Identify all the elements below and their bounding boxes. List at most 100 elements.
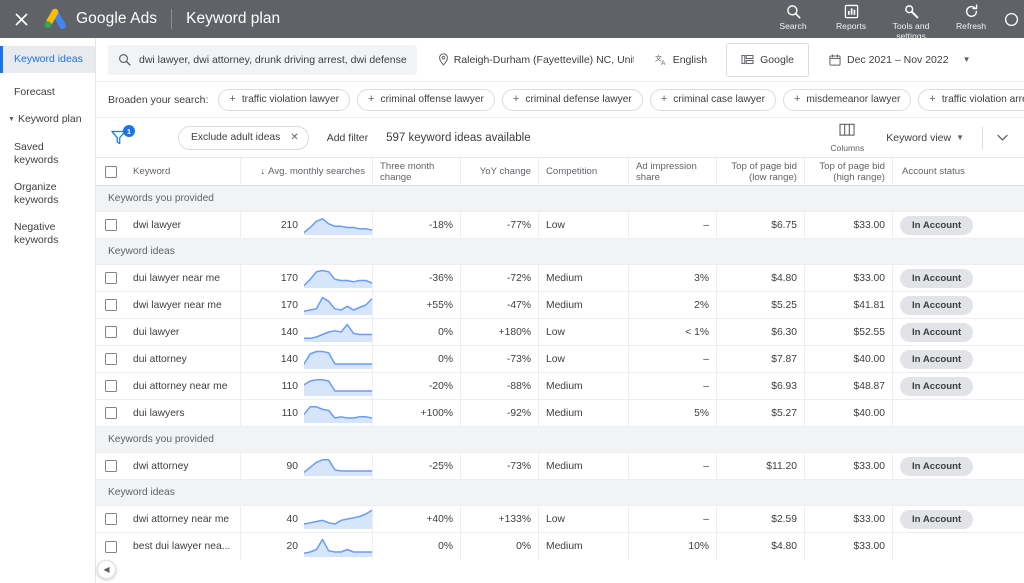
table-body: Keywords you provideddwi lawyer210-18%-7… <box>96 186 1024 560</box>
columns-button[interactable]: Columns <box>824 123 870 153</box>
cell-top-of-page-bid-high: $33.00 <box>804 506 892 532</box>
broaden-chip[interactable]: +criminal case lawyer <box>650 89 776 111</box>
chevron-down-icon: ▼ <box>963 55 971 64</box>
cell-avg-monthly-searches: 90 <box>240 453 372 479</box>
table-row[interactable]: dwi attorney near me40+40%+133%Low–$2.59… <box>96 506 1024 533</box>
broaden-chip-label: criminal case lawyer <box>673 94 765 105</box>
table-group-header: Keyword ideas <box>96 480 1024 506</box>
cell-three-month-change: 0% <box>372 346 460 372</box>
applied-filter-chip[interactable]: Exclude adult ideas ✕ <box>178 126 309 150</box>
close-icon[interactable]: ✕ <box>290 132 298 143</box>
row-checkbox[interactable] <box>96 265 126 291</box>
tools-and-settings-button[interactable]: Tools and settings <box>880 0 942 41</box>
broaden-chip-label: misdemeanor lawyer <box>806 94 900 105</box>
cell-account-status <box>892 533 1024 560</box>
cell-keyword: dwi attorney <box>126 453 240 479</box>
column-header-avg-monthly-searches[interactable]: ↓ Avg. monthly searches <box>240 158 372 185</box>
column-header-ad-impression-share[interactable]: Ad impression share <box>628 158 716 185</box>
column-header-keyword[interactable]: Keyword <box>126 158 240 185</box>
search-volume-value: 90 <box>287 461 298 472</box>
row-checkbox[interactable] <box>96 453 126 479</box>
filter-button[interactable]: 1 <box>110 129 140 146</box>
table-header-row: Keyword ↓ Avg. monthly searches Three mo… <box>96 158 1024 186</box>
language-filter[interactable]: 文A English <box>646 45 716 75</box>
cell-competition: Medium <box>538 453 628 479</box>
table-row[interactable]: dwi attorney90-25%-73%Medium–$11.20$33.0… <box>96 453 1024 480</box>
plus-icon: + <box>794 94 800 105</box>
table-group-label: Keyword ideas <box>108 487 175 498</box>
cell-ad-impression-share: 5% <box>628 400 716 426</box>
row-checkbox[interactable] <box>96 212 126 238</box>
select-all-checkbox[interactable] <box>96 158 126 185</box>
row-checkbox[interactable] <box>96 400 126 426</box>
row-checkbox[interactable] <box>96 346 126 372</box>
status-badge: In Account <box>900 323 973 342</box>
toolbar-divider <box>982 127 983 149</box>
help-button-partial[interactable] <box>1000 0 1022 38</box>
search-button[interactable]: Search <box>764 0 822 31</box>
row-checkbox[interactable] <box>96 292 126 318</box>
network-filter[interactable]: Google <box>726 43 809 77</box>
status-badge: In Account <box>900 510 973 529</box>
keyword-search-input[interactable]: dwi lawyer, dwi attorney, drunk driving … <box>108 45 417 75</box>
reports-button[interactable]: Reports <box>822 0 880 31</box>
refresh-button[interactable]: Refresh <box>942 0 1000 31</box>
expand-panel-button[interactable] <box>995 130 1014 145</box>
table-row[interactable]: dwi lawyer near me170+55%-47%Medium2%$5.… <box>96 292 1024 319</box>
column-header-top-of-page-bid-high[interactable]: Top of page bid (high range) <box>804 158 892 185</box>
date-range-selector[interactable]: Dec 2021 – Nov 2022 ▼ <box>819 45 975 75</box>
broaden-chip[interactable]: +criminal offense lawyer <box>357 89 495 111</box>
search-trend-sparkline <box>304 295 372 315</box>
broaden-chip[interactable]: +criminal defense lawyer <box>502 89 643 111</box>
broaden-chip[interactable]: +traffic violation lawyer <box>218 89 350 111</box>
sidebar-item-organize-keywords[interactable]: Organize keywords <box>0 174 95 214</box>
table-row[interactable]: best dui lawyer nea...200%0%Medium10%$4.… <box>96 533 1024 560</box>
cell-top-of-page-bid-high: $33.00 <box>804 212 892 238</box>
sidebar-item-negative-keywords[interactable]: Negative keywords <box>0 214 95 254</box>
cell-yoy-change: -88% <box>460 373 538 399</box>
cell-competition: Medium <box>538 373 628 399</box>
column-header-competition[interactable]: Competition <box>538 158 628 185</box>
broaden-chip[interactable]: + misdemeanor lawyer <box>783 89 911 111</box>
date-range-value: Dec 2021 – Nov 2022 <box>847 54 949 66</box>
status-badge: In Account <box>900 350 973 369</box>
broaden-chip[interactable]: +traffic violation arrest <box>918 89 1024 111</box>
cell-competition: Medium <box>538 533 628 560</box>
table-row[interactable]: dui lawyers110+100%-92%Medium5%$5.27$40.… <box>96 400 1024 427</box>
row-checkbox[interactable] <box>96 373 126 399</box>
network-value: Google <box>760 54 794 66</box>
column-header-three-month-change[interactable]: Three month change <box>372 158 460 185</box>
search-trend-sparkline <box>304 268 372 288</box>
sidebar-item-label: Saved keywords <box>14 141 58 166</box>
cell-top-of-page-bid-low: $5.25 <box>716 292 804 318</box>
columns-icon <box>839 123 855 142</box>
cell-yoy-change: -72% <box>460 265 538 291</box>
column-header-account-status[interactable]: Account status <box>892 158 1024 185</box>
scroll-left-button[interactable]: ◀ <box>97 560 116 579</box>
translate-icon: 文A <box>655 53 668 66</box>
column-header-top-of-page-bid-low[interactable]: Top of page bid (low range) <box>716 158 804 185</box>
table-row[interactable]: dui attorney near me110-20%-88%Medium–$6… <box>96 373 1024 400</box>
sidebar-item-keyword-ideas[interactable]: Keyword ideas <box>0 46 95 73</box>
sidebar-item-forecast[interactable]: Forecast <box>0 79 95 106</box>
table-row[interactable]: dui lawyer near me170-36%-72%Medium3%$4.… <box>96 265 1024 292</box>
cell-competition: Medium <box>538 292 628 318</box>
keyword-view-selector[interactable]: Keyword view ▼ <box>886 132 964 144</box>
table-row[interactable]: dui lawyer1400%+180%Low< 1%$6.30$52.55In… <box>96 319 1024 346</box>
sidebar-item-keyword-plan[interactable]: ▼ Keyword plan <box>0 106 95 134</box>
sidebar-item-saved-keywords[interactable]: Saved keywords <box>0 134 95 174</box>
close-icon[interactable] <box>0 0 42 38</box>
cell-top-of-page-bid-low: $4.80 <box>716 533 804 560</box>
row-checkbox[interactable] <box>96 319 126 345</box>
status-badge: In Account <box>900 269 973 288</box>
column-header-yoy-change[interactable]: YoY change <box>460 158 538 185</box>
location-filter[interactable]: Raleigh-Durham (Fayetteville) NC, United… <box>429 45 634 75</box>
row-checkbox[interactable] <box>96 533 126 560</box>
search-trend-sparkline <box>304 376 372 396</box>
add-filter-button[interactable]: Add filter <box>327 132 368 144</box>
table-row[interactable]: dwi lawyer210-18%-77%Low–$6.75$33.00In A… <box>96 212 1024 239</box>
google-network-icon <box>741 54 754 65</box>
table-row[interactable]: dui attorney1400%-73%Low–$7.87$40.00In A… <box>96 346 1024 373</box>
row-checkbox[interactable] <box>96 506 126 532</box>
cell-keyword: dui attorney <box>126 346 240 372</box>
